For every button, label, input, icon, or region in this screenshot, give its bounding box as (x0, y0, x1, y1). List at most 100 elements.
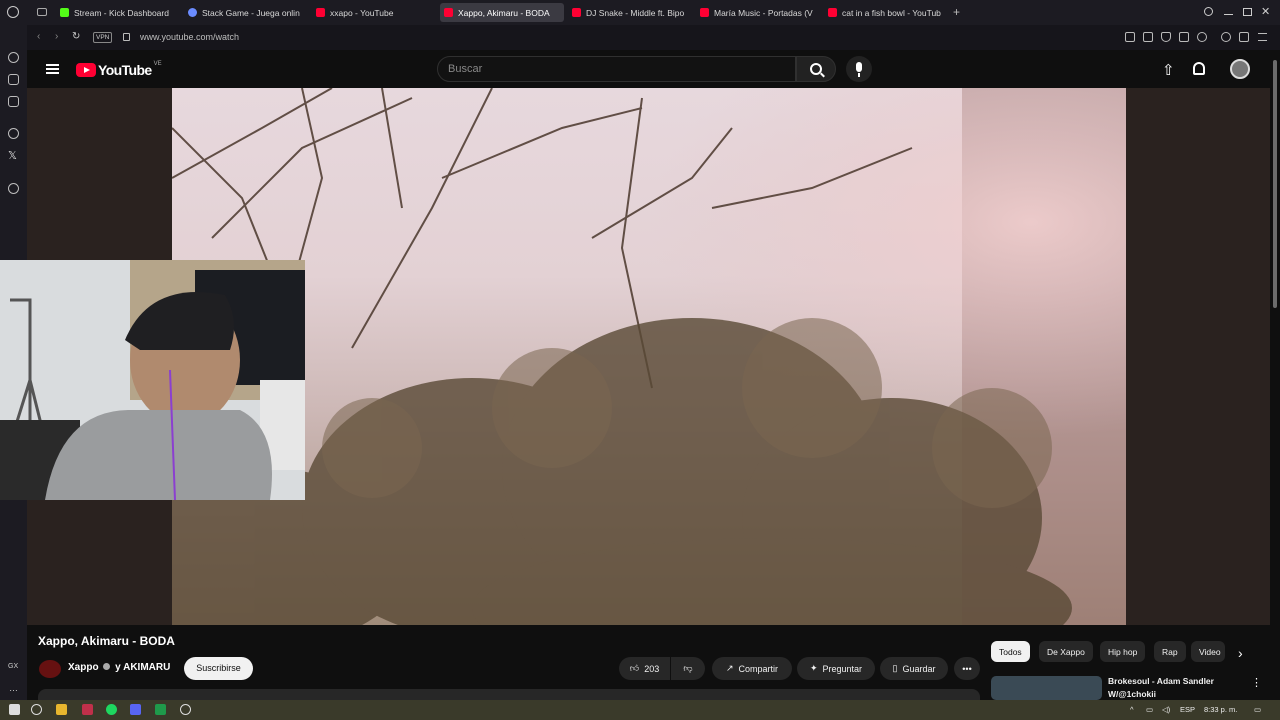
windows-start-icon[interactable] (9, 704, 20, 715)
chatgpt-icon[interactable] (8, 128, 19, 139)
tab-cat-fish-bowl[interactable]: cat in a fish bowl - YouTub (824, 3, 944, 22)
chip-todos[interactable]: Todos (991, 641, 1030, 662)
clock[interactable]: 8:33 p. m. (1204, 705, 1237, 714)
youtube-play-icon (76, 63, 96, 77)
menu-icon[interactable] (1258, 33, 1267, 41)
tab-label: María Music - Portadas (V (714, 7, 813, 18)
chip-hip-hop[interactable]: Hip hop (1100, 641, 1146, 662)
notifications-icon[interactable]: ▭ (1254, 705, 1261, 714)
youtube-icon (572, 8, 581, 17)
url-field[interactable]: www.youtube.com/watch (140, 32, 239, 42)
tab-kick-dashboard[interactable]: Stream - Kick Dashboard (56, 3, 183, 22)
pinboard-icon[interactable] (8, 96, 19, 107)
video-title: Xappo, Akimaru - BODA (38, 634, 175, 648)
heart-icon[interactable] (1197, 32, 1207, 42)
description-box[interactable] (38, 689, 980, 700)
x-twitter-icon[interactable]: 𝕏 (8, 149, 17, 162)
download-icon[interactable] (1239, 32, 1249, 42)
share-button[interactable]: ↗ Compartir (712, 657, 792, 680)
pin-icon[interactable] (1125, 32, 1135, 42)
search-button[interactable] (796, 56, 836, 82)
tab-islands-icon[interactable] (37, 8, 47, 16)
more-sidebar-icon[interactable]: … (9, 683, 18, 693)
lock-icon (123, 33, 130, 41)
close-window-icon[interactable]: ✕ (1261, 5, 1270, 18)
channel-name-joiner[interactable]: y AKIMARU (115, 662, 170, 673)
tab-label: Stream - Kick Dashboard (74, 7, 169, 18)
channel-name[interactable]: Xappo y AKIMARU (68, 662, 170, 673)
restore-icon[interactable] (1243, 8, 1252, 16)
chip-de-xappo[interactable]: De Xappo (1039, 641, 1093, 662)
obs-icon[interactable] (180, 704, 191, 715)
discord-icon[interactable] (130, 704, 141, 715)
windows-taskbar: ^ ▭ ◁) ESP 8:33 p. m. ▭ (0, 700, 1280, 720)
like-button[interactable]: 👍︎ 203 (619, 657, 670, 680)
save-label: Guardar (902, 663, 936, 674)
address-bar: ‹ › ↻ VPN www.youtube.com/watch (27, 25, 1280, 50)
more-vertical-icon[interactable]: ⋮ (1251, 676, 1262, 689)
youtube-icon (700, 8, 709, 17)
scrollbar-thumb[interactable] (1273, 60, 1277, 308)
clock-icon[interactable] (8, 183, 19, 194)
minimize-icon[interactable] (1224, 14, 1233, 16)
upload-icon[interactable]: ⇧ (1162, 61, 1175, 79)
youtube-icon (444, 8, 453, 17)
webcam-overlay (0, 260, 305, 500)
tab-label: xxapo - YouTube (330, 7, 394, 18)
tab-xxapo-youtube[interactable]: xxapo - YouTube (312, 3, 432, 22)
chip-video[interactable]: Video (1191, 641, 1225, 662)
gx-label[interactable]: GX (8, 663, 18, 670)
tab-boda-active[interactable]: Xappo, Akimaru - BODA (440, 3, 564, 22)
profile-icon[interactable] (1221, 32, 1231, 42)
player-icon[interactable] (1179, 32, 1189, 42)
more-actions-button[interactable]: ••• (954, 657, 980, 680)
voice-search-button[interactable] (846, 56, 872, 82)
search-input[interactable]: Buscar (437, 56, 796, 82)
tab-dj-snake[interactable]: DJ Snake - Middle ft. Bipo (568, 3, 688, 22)
tab-label: Xappo, Akimaru - BODA (458, 7, 550, 18)
back-icon[interactable]: ‹ (37, 31, 40, 42)
save-button[interactable]: ▯ Guardar (880, 657, 948, 680)
forward-icon[interactable]: › (55, 31, 58, 42)
ask-label: Preguntar (822, 663, 863, 674)
search-icon[interactable] (31, 704, 42, 715)
search-tabs-icon[interactable] (1204, 7, 1213, 16)
tab-maria-music[interactable]: María Music - Portadas (V (696, 3, 816, 22)
new-tab-button[interactable]: + (953, 5, 960, 19)
subscribe-button[interactable]: Suscribirse (184, 657, 253, 680)
snapshot-icon[interactable] (1143, 32, 1153, 42)
channel-avatar[interactable] (39, 660, 61, 678)
shield-icon[interactable] (1161, 32, 1171, 42)
recommended-video-thumbnail[interactable] (991, 676, 1102, 700)
language-indicator[interactable]: ESP (1180, 705, 1195, 714)
youtube-icon (828, 8, 837, 17)
page-scrollbar[interactable] (1270, 50, 1280, 700)
chevron-right-icon[interactable]: › (1238, 645, 1243, 661)
hamburger-menu-icon[interactable] (46, 64, 59, 74)
youtube-logo[interactable]: YouTube VE (76, 61, 162, 78)
volume-icon[interactable]: ◁) (1162, 705, 1170, 714)
history-icon[interactable] (8, 52, 19, 63)
ask-button[interactable]: ✦ Preguntar (797, 657, 875, 680)
opera-gx-taskbar-icon[interactable] (82, 704, 93, 715)
network-icon[interactable]: ▭ (1146, 705, 1153, 714)
account-avatar[interactable] (1230, 59, 1250, 79)
opera-gx-logo-icon[interactable] (7, 6, 19, 18)
notifications-bell-icon[interactable] (1193, 62, 1205, 75)
chip-rap[interactable]: Rap (1154, 641, 1186, 662)
excel-icon[interactable] (155, 704, 166, 715)
reload-icon[interactable]: ↻ (72, 31, 80, 42)
thumbs-down-icon: 👎︎ (683, 663, 693, 673)
dislike-button[interactable]: 👎︎ (671, 657, 705, 680)
microphone-stand (858, 73, 860, 77)
search-icon-handle (820, 72, 825, 78)
recommended-video-title[interactable]: Brokesoul - Adam Sandler W/@1chokii (1108, 675, 1233, 701)
tab-stack-game[interactable]: Stack Game - Juega onlin (184, 3, 306, 22)
spotify-icon[interactable] (106, 704, 117, 715)
streamer-webcam-image (0, 260, 305, 500)
channel-name-primary[interactable]: Xappo (68, 662, 99, 673)
tray-chevron-icon[interactable]: ^ (1130, 705, 1134, 714)
vpn-badge[interactable]: VPN (93, 32, 113, 43)
aria-icon[interactable] (8, 74, 19, 85)
file-explorer-icon[interactable] (56, 704, 67, 715)
